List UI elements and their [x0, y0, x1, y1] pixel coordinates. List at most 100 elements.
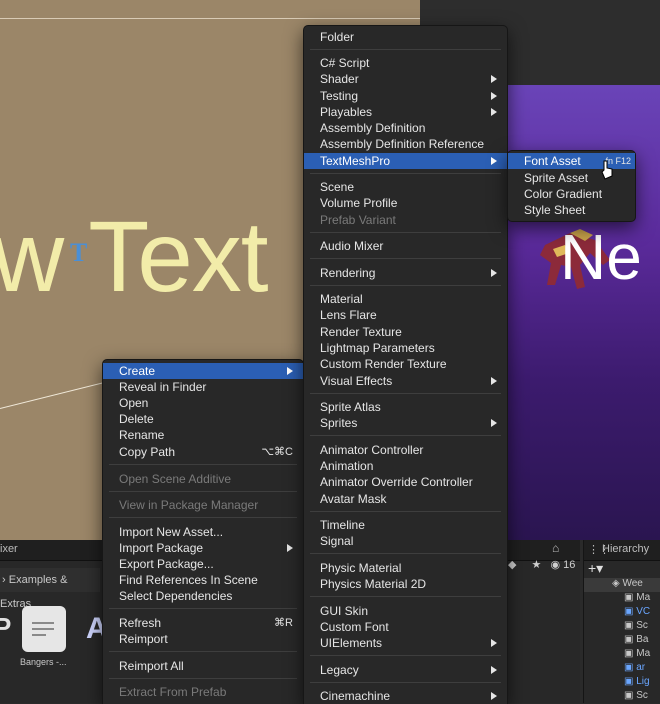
menu-item-sprite-asset[interactable]: Sprite Asset — [508, 170, 635, 186]
hierarchy-item[interactable]: ▣ Ba — [624, 634, 648, 648]
pointer-cursor-icon — [601, 160, 613, 180]
menu-item-assembly-definition-reference[interactable]: Assembly Definition Reference — [304, 136, 507, 152]
menu-item-import-new-asset[interactable]: Import New Asset... — [103, 524, 303, 540]
menu-item-gui-skin[interactable]: GUI Skin — [304, 603, 507, 619]
hierarchy-item[interactable]: ▣ Ma — [624, 592, 650, 606]
menu-item-avatar-mask[interactable]: Avatar Mask — [304, 491, 507, 507]
menu-separator — [109, 678, 297, 679]
menu-item-visual-effects[interactable]: Visual Effects — [304, 373, 507, 389]
menu-item-custom-render-texture[interactable]: Custom Render Texture — [304, 356, 507, 372]
shortcut-label: ⌘R — [274, 617, 293, 629]
menu-item-reimport[interactable]: Reimport — [103, 631, 303, 647]
menu-item-open[interactable]: Open — [103, 395, 303, 411]
cube-icon: ▣ — [624, 648, 637, 659]
menu-separator — [310, 655, 501, 656]
menu-item-material[interactable]: Material — [304, 291, 507, 307]
menu-item-copy-path[interactable]: Copy Path ⌥⌘C — [103, 444, 303, 460]
cube-icon: ▣ — [624, 606, 637, 617]
cube-icon: ▣ — [624, 592, 637, 603]
hierarchy-item[interactable]: ▣ Lig — [624, 676, 650, 690]
menu-item-folder[interactable]: Folder — [304, 29, 507, 45]
menu-item-reveal-in-finder[interactable]: Reveal in Finder — [103, 379, 303, 395]
document-icon[interactable] — [22, 606, 66, 652]
submenu-arrow-icon — [491, 108, 497, 116]
star-icon[interactable]: ★ — [532, 559, 542, 571]
breadcrumb-chevron-icon: › — [2, 574, 6, 586]
mixer-tab[interactable]: ixer — [0, 543, 18, 555]
submenu-arrow-icon — [287, 367, 293, 375]
menu-item-lens-flare[interactable]: Lens Flare — [304, 307, 507, 323]
menu-item-timeline[interactable]: Timeline — [304, 517, 507, 533]
menu-separator — [310, 285, 501, 286]
menu-item-render-texture[interactable]: Render Texture — [304, 324, 507, 340]
label-count: 16 — [563, 559, 576, 571]
menu-item-refresh[interactable]: Refresh ⌘R — [103, 615, 303, 631]
text-gizmo-icon[interactable]: T — [70, 238, 96, 268]
menu-item-legacy[interactable]: Legacy — [304, 662, 507, 678]
plus-icon[interactable]: +▾ — [588, 560, 603, 577]
asset-toolbar: ◆ ★ ◉ 16 — [508, 558, 580, 572]
menu-item-reimport-all[interactable]: Reimport All — [103, 658, 303, 674]
cube-icon: ▣ — [624, 676, 637, 687]
hierarchy-panel: ⋮⋮ Hierarchy +▾ ◈ Wee ▣ Ma ▣ VC ▣ Sc ▣ B… — [583, 540, 660, 703]
menu-item-volume-profile[interactable]: Volume Profile — [304, 195, 507, 211]
asset-label: Bangers -... — [20, 657, 67, 667]
menu-item-color-gradient[interactable]: Color Gradient — [508, 186, 635, 202]
lock-icon[interactable]: ⌂ — [552, 541, 559, 555]
partial-asset-icon[interactable]: P — [0, 612, 11, 643]
menu-item-delete[interactable]: Delete — [103, 411, 303, 427]
menu-item-animation[interactable]: Animation — [304, 458, 507, 474]
hierarchy-item[interactable]: ▣ VC — [624, 606, 650, 620]
scene-bounds-line — [0, 18, 420, 19]
menu-item-import-package[interactable]: Import Package — [103, 540, 303, 556]
menu-separator — [109, 608, 297, 609]
menu-item-shader[interactable]: Shader — [304, 71, 507, 87]
menu-item-sprites[interactable]: Sprites — [304, 415, 507, 431]
menu-item-view-in-package-manager: View in Package Manager — [119, 498, 259, 512]
breadcrumb-item[interactable]: Examples & Extras — [0, 574, 67, 610]
menu-separator — [109, 651, 297, 652]
game-text-object: Ne — [560, 221, 642, 293]
menu-item-physic-material[interactable]: Physic Material — [304, 560, 507, 576]
menu-item-lightmap-parameters[interactable]: Lightmap Parameters — [304, 340, 507, 356]
menu-item-testing[interactable]: Testing — [304, 88, 507, 104]
menu-item-font-asset[interactable]: Font Asset fn F12 — [508, 153, 635, 169]
menu-item-cinemachine[interactable]: Cinemachine — [304, 688, 507, 704]
menu-item-sprite-atlas[interactable]: Sprite Atlas — [304, 399, 507, 415]
cube-icon: ▣ — [624, 690, 637, 701]
cube-icon: ▣ — [624, 662, 637, 673]
menu-item-find-references[interactable]: Find References In Scene — [103, 572, 303, 588]
menu-item-textmeshpro[interactable]: TextMeshPro — [304, 153, 507, 169]
menu-item-animator-override-controller[interactable]: Animator Override Controller — [304, 474, 507, 490]
hierarchy-item[interactable]: ▣ Sc — [624, 690, 648, 704]
label-count-icon[interactable]: ◉ — [550, 559, 560, 571]
menu-separator — [109, 464, 297, 465]
menu-item-create[interactable]: Create — [103, 363, 303, 379]
hierarchy-item[interactable]: ◈ Wee — [612, 578, 643, 592]
menu-item-uielements[interactable]: UIElements — [304, 635, 507, 651]
menu-item-style-sheet[interactable]: Style Sheet — [508, 202, 635, 218]
menu-item-scene[interactable]: Scene — [304, 179, 507, 195]
submenu-arrow-icon — [491, 269, 497, 277]
hierarchy-tab[interactable]: ⋮⋮ Hierarchy — [584, 540, 660, 561]
submenu-arrow-icon — [491, 419, 497, 427]
menu-separator — [310, 511, 501, 512]
menu-item-assembly-definition[interactable]: Assembly Definition — [304, 120, 507, 136]
scene-text-object[interactable]: w Text — [0, 200, 269, 315]
menu-item-csharp-script[interactable]: C# Script — [304, 55, 507, 71]
menu-item-export-package[interactable]: Export Package... — [103, 556, 303, 572]
hierarchy-item[interactable]: ▣ Sc — [624, 620, 648, 634]
menu-item-audio-mixer[interactable]: Audio Mixer — [304, 238, 507, 254]
menu-item-select-dependencies[interactable]: Select Dependencies — [103, 588, 303, 604]
menu-item-physics-material-2d[interactable]: Physics Material 2D — [304, 576, 507, 592]
tag-icon[interactable]: ◆ — [508, 559, 516, 571]
menu-item-custom-font[interactable]: Custom Font — [304, 619, 507, 635]
hierarchy-item[interactable]: ▣ Ma — [624, 648, 650, 662]
hierarchy-item[interactable]: ▣ ar — [624, 662, 645, 676]
menu-item-animator-controller[interactable]: Animator Controller — [304, 442, 507, 458]
menu-item-playables[interactable]: Playables — [304, 104, 507, 120]
menu-item-rendering[interactable]: Rendering — [304, 265, 507, 281]
menu-item-rename[interactable]: Rename — [103, 427, 303, 443]
menu-item-signal[interactable]: Signal — [304, 533, 507, 549]
menu-separator — [310, 393, 501, 394]
